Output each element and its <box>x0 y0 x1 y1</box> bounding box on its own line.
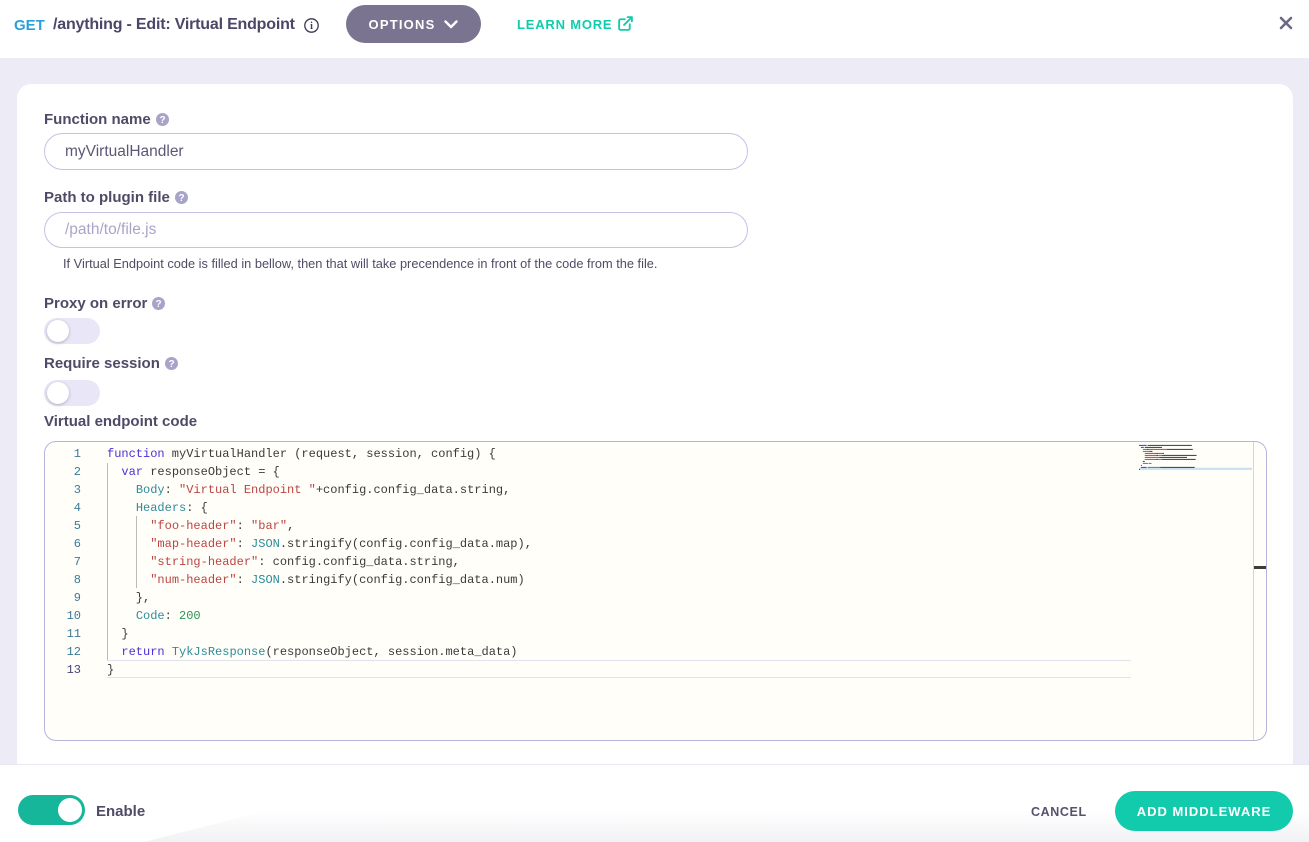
svg-text:?: ? <box>168 359 174 370</box>
svg-text:?: ? <box>178 193 184 204</box>
svg-text:i: i <box>310 21 313 32</box>
svg-text:?: ? <box>159 115 165 126</box>
svg-text:?: ? <box>156 299 162 310</box>
